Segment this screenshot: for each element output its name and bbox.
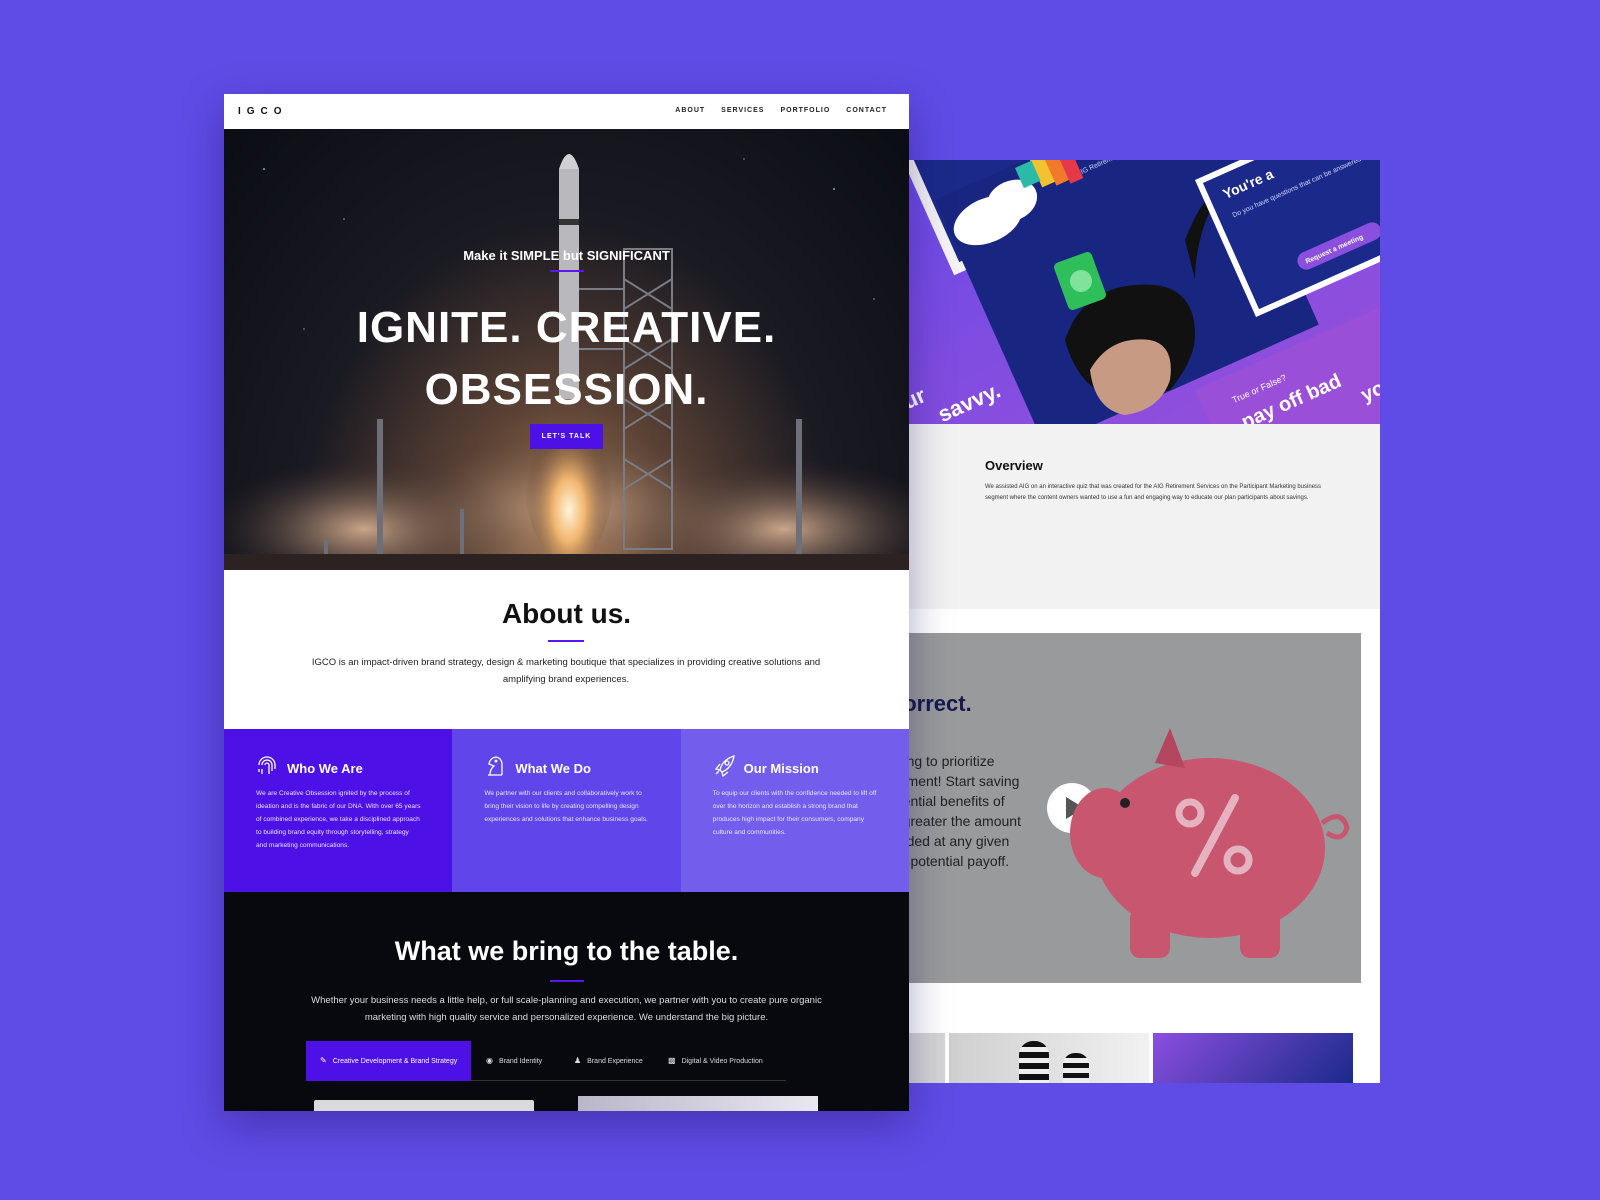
piggy-bank-illustration: [1070, 728, 1350, 958]
hero-title-line-1: IGNITE. CREATIVE.: [356, 303, 777, 352]
pillar-title: Our Mission: [743, 761, 819, 776]
services-title: What we bring to the table.: [394, 936, 739, 966]
divider: [550, 980, 584, 982]
case-study-collage: AIG Retirement Services You're a Do you: [895, 160, 1380, 424]
top-navigation: IGCO ABOUT SERVICES PORTFOLIO CONTACT: [224, 94, 909, 129]
services-text: Whether your business needs a little hel…: [311, 995, 822, 1023]
divider: [548, 640, 584, 642]
nav-item-contact[interactable]: CONTACT: [846, 107, 887, 114]
thumbnail-quiz[interactable]: [1153, 1033, 1353, 1083]
video-camera-icon: ▩: [668, 1056, 676, 1065]
overview-text: We assisted AIG on an interactive quiz t…: [985, 484, 1322, 502]
tab-digital-video[interactable]: ▩ Digital & Video Production: [668, 1041, 763, 1081]
chess-knight-icon: [488, 756, 503, 776]
about-title: About us.: [501, 598, 632, 629]
pillar-text: We partner with our clients and collabor…: [484, 790, 648, 823]
tab-brand-experience[interactable]: ♟ Brand Experience: [574, 1041, 643, 1081]
hero-title: IGNITE. CREATIVE. OBSESSION.: [224, 297, 909, 421]
pillar-title: What We Do: [515, 761, 591, 776]
pillar-our-mission: Our Mission To equip our clients with th…: [680, 729, 909, 892]
video-player[interactable]: correct. oung to prioritize irement! Sta…: [895, 633, 1361, 983]
pillar-text: To equip our clients with the confidence…: [712, 790, 877, 836]
tab-label: Creative Development & Brand Strategy: [332, 1058, 458, 1065]
hero-section: Make it SIMPLE but SIGNIFICANT IGNITE. C…: [224, 129, 909, 570]
tab-creative-development[interactable]: ✎ Creative Development & Brand Strategy: [306, 1041, 472, 1081]
user-icon: ♟: [574, 1056, 582, 1065]
tab-content-image-peek: [578, 1096, 818, 1111]
nav-item-about[interactable]: ABOUT: [675, 107, 705, 114]
pencil-icon: ✎: [320, 1056, 327, 1065]
nav-menu: ABOUT SERVICES PORTFOLIO CONTACT: [675, 107, 887, 114]
hero-tagline: Make it SIMPLE but SIGNIFICANT: [463, 248, 670, 263]
pillar-who-we-are: Who We Are We are Creative Obsession ign…: [224, 729, 453, 892]
thumbnail-strip: [895, 1033, 1380, 1083]
services-tabs: ✎ Creative Development & Brand Strategy ◉…: [306, 1041, 786, 1081]
video-body-text: oung to prioritize irement! Start saving…: [895, 753, 1021, 869]
eye-icon: ◉: [486, 1056, 493, 1065]
overview-title: Overview: [985, 458, 1043, 473]
hero-title-line-2: OBSESSION.: [424, 365, 709, 414]
lets-talk-button[interactable]: LET'S TALK: [530, 424, 603, 449]
pillar-what-we-do: What We Do We partner with our clients a…: [452, 729, 681, 892]
divider: [550, 270, 584, 272]
logo[interactable]: IGCO: [238, 106, 288, 117]
portfolio-case-study-page: AIG Retirement Services You're a Do you: [895, 160, 1380, 1083]
pillar-text: We are Creative Obsession ignited by the…: [256, 790, 421, 849]
thumbnail-vases[interactable]: [949, 1033, 1149, 1083]
overview-section: Overview We assisted AIG on an interacti…: [895, 424, 1380, 609]
pillar-title: Who We Are: [287, 761, 363, 776]
case-study-hero-image: AIG Retirement Services You're a Do you: [895, 160, 1380, 424]
pillars-section: Who We Are We are Creative Obsession ign…: [224, 729, 909, 892]
about-section: About us. IGCO is an impact-driven brand…: [224, 570, 909, 729]
services-section: What we bring to the table. Whether your…: [224, 892, 909, 1111]
tab-content-heading-peek: [314, 1100, 534, 1111]
nav-item-portfolio[interactable]: PORTFOLIO: [780, 107, 830, 114]
about-text: IGCO is an impact-driven brand strategy,…: [311, 657, 821, 685]
tab-label: Brand Identity: [498, 1058, 543, 1065]
tab-label: Brand Experience: [587, 1058, 643, 1065]
fingerprint-icon: [258, 756, 276, 774]
nav-item-services[interactable]: SERVICES: [721, 107, 764, 114]
tab-brand-identity[interactable]: ◉ Brand Identity: [486, 1041, 542, 1081]
igco-homepage: IGCO ABOUT SERVICES PORTFOLIO CONTACT Ma…: [224, 94, 909, 1111]
tab-label: Digital & Video Production: [681, 1058, 763, 1065]
rocket-icon: [714, 755, 735, 778]
